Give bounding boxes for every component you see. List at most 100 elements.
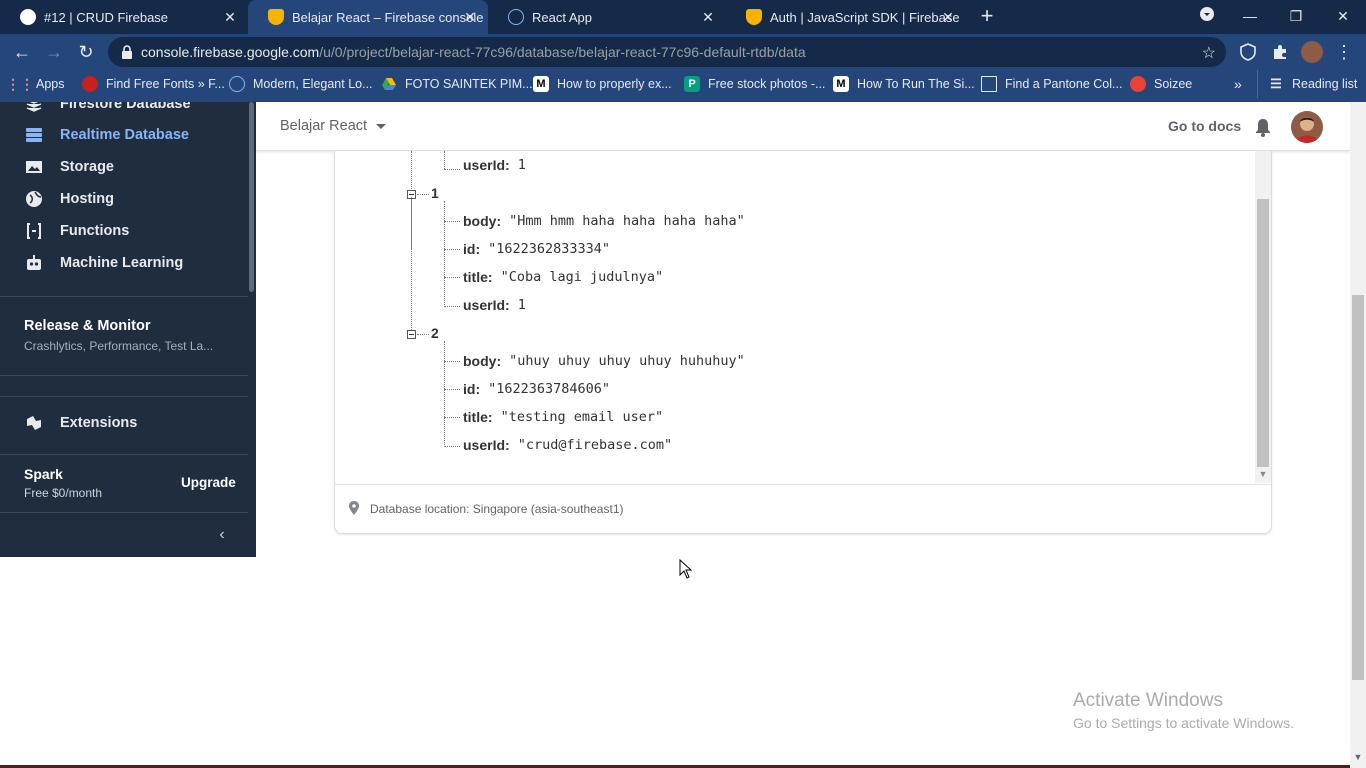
bookmark-medium-2[interactable]: M How To Run The Si...: [833, 70, 975, 98]
scroll-down-arrow-icon[interactable]: ▼: [1255, 469, 1271, 481]
tree-field-row[interactable]: userId: 1: [463, 155, 526, 175]
close-window-button[interactable]: ✕: [1333, 6, 1353, 26]
github-icon: [20, 9, 36, 25]
notifications-bell-icon[interactable]: [1254, 117, 1272, 137]
tree-guide-line: [444, 389, 460, 390]
collapse-toggle-icon[interactable]: [407, 330, 416, 339]
sidebar-item-label: Realtime Database: [60, 127, 189, 143]
sidebar-divider: [0, 454, 248, 455]
sidebar-item-storage[interactable]: Storage: [0, 151, 250, 183]
tree-field-row[interactable]: id: "1622363784606": [463, 379, 610, 399]
field-key: userId:: [463, 157, 510, 173]
tree-field-row[interactable]: id: "1622362833334": [463, 239, 610, 259]
firebase-icon: [268, 9, 284, 25]
tab-search-icon[interactable]: [1197, 6, 1217, 26]
close-icon[interactable]: ✕: [700, 9, 716, 25]
field-value: 1: [517, 297, 526, 313]
profile-avatar[interactable]: [1301, 41, 1323, 63]
page-scrollbar-thumb[interactable]: [1352, 295, 1364, 680]
tab-title: Belajar React – Firebase console: [292, 9, 484, 25]
tree-guide-line: [444, 249, 460, 250]
bookmark-star-icon[interactable]: ☆: [1202, 43, 1216, 63]
collapse-sidebar-chevron-icon[interactable]: ‹: [214, 526, 230, 544]
tree-field-row[interactable]: title: "testing email user": [463, 407, 663, 427]
hosting-icon: [26, 191, 42, 207]
bookmark-apps[interactable]: ⋮⋮ Apps: [6, 70, 65, 98]
close-icon[interactable]: ✕: [462, 9, 478, 25]
brave-shield-icon[interactable]: [1238, 42, 1258, 62]
bookmarks-bar: ⋮⋮ Apps Find Free Fonts » F... Modern, E…: [0, 70, 1366, 102]
minimize-button[interactable]: —: [1240, 6, 1260, 26]
back-button[interactable]: ←: [11, 41, 33, 63]
more-bookmarks-chevron-icon[interactable]: »: [1234, 70, 1242, 98]
go-to-docs-link[interactable]: Go to docs: [1168, 118, 1241, 134]
new-tab-button[interactable]: +: [976, 5, 998, 27]
firestore-icon: [26, 102, 42, 112]
pexels-icon: P: [684, 76, 700, 92]
tree-field-row[interactable]: body: "uhuy uhuy uhuy uhuy huhuhuy": [463, 351, 745, 371]
address-bar[interactable]: console.firebase.google.com/u/0/project/…: [108, 37, 1226, 67]
sidebar-item-hosting[interactable]: Hosting: [0, 183, 250, 215]
release-monitor-heading[interactable]: Release & Monitor: [24, 318, 151, 334]
drive-icon: [382, 78, 396, 90]
data-tree: userId: 1 1 body: "Hmm hmm haha haha hah…: [335, 151, 1255, 485]
soizee-icon: [1130, 76, 1146, 92]
tab-crud-firebase[interactable]: #12 | CRUD Firebase ✕: [0, 0, 248, 34]
tab-firebase-console[interactable]: Belajar React – Firebase console ✕: [248, 0, 488, 34]
account-avatar[interactable]: [1291, 111, 1323, 143]
sidebar-item-extensions[interactable]: Extensions: [0, 407, 250, 439]
sidebar-item-label: Functions: [60, 223, 130, 239]
bookmark-fonts[interactable]: Find Free Fonts » F...: [82, 70, 225, 98]
sidebar-item-functions[interactable]: Functions: [0, 215, 250, 247]
project-selector[interactable]: Belajar React: [280, 118, 387, 134]
sidebar-item-machine-learning[interactable]: Machine Learning: [0, 247, 250, 279]
page-scroll-down-arrow-icon[interactable]: ▼: [1350, 752, 1366, 764]
bookmark-pantone[interactable]: Find a Pantone Col...: [981, 70, 1122, 98]
tree-node-row[interactable]: 1: [431, 183, 439, 203]
tab-title: Auth | JavaScript SDK | Firebase: [770, 9, 960, 25]
sidebar-scrollbar[interactable]: [249, 102, 254, 292]
close-icon[interactable]: ✕: [940, 9, 956, 25]
storage-icon: [26, 161, 42, 173]
bookmark-logo[interactable]: Modern, Elegant Lo...: [229, 70, 373, 98]
restore-button[interactable]: ❐: [1286, 6, 1306, 26]
chevron-down-icon: [376, 123, 387, 129]
field-key: body:: [463, 213, 502, 229]
reading-list-button[interactable]: ☰ Reading list: [1257, 70, 1357, 98]
sidebar-item-firestore[interactable]: Firestore Database: [0, 102, 250, 120]
location-pin-icon: [349, 501, 359, 515]
tree-field-row[interactable]: body: "Hmm hmm haha haha haha haha": [463, 211, 745, 231]
tree-field-row[interactable]: title: "Coba lagi judulnya": [463, 267, 663, 287]
bookmark-label: Apps: [36, 77, 65, 91]
bookmark-label: How to properly ex...: [557, 77, 672, 91]
field-value: "uhuy uhuy uhuy uhuy huhuhuy": [509, 353, 745, 369]
tab-title: React App: [532, 9, 592, 25]
tree-field-row[interactable]: userId: "crud@firebase.com": [463, 435, 672, 455]
tree-scrollbar-thumb[interactable]: [1257, 199, 1269, 467]
bookmark-label: FOTO SAINTEK PIM...: [405, 77, 533, 91]
bookmark-medium-1[interactable]: M How to properly ex...: [533, 70, 672, 98]
fonts-icon: [82, 76, 98, 92]
sidebar-item-realtime-database[interactable]: Realtime Database: [0, 119, 250, 151]
upgrade-button[interactable]: Upgrade: [181, 475, 236, 490]
tab-react-app[interactable]: React App ✕: [488, 0, 726, 34]
tree-guide-line: [417, 334, 429, 335]
tree-field-row[interactable]: userId: 1: [463, 295, 526, 315]
close-icon[interactable]: ✕: [222, 9, 238, 25]
bookmark-pexels[interactable]: P Free stock photos -...: [684, 70, 825, 98]
medium-icon: M: [533, 76, 549, 92]
tree-guide-line: [444, 201, 445, 307]
menu-kebab-icon[interactable]: ⋮: [1333, 41, 1355, 63]
database-icon: [26, 128, 42, 142]
reload-button[interactable]: ↻: [75, 41, 97, 63]
extensions-puzzle-icon[interactable]: [1270, 42, 1290, 62]
sidebar-item-label: Machine Learning: [60, 255, 184, 271]
field-value: "Hmm hmm haha haha haha haha": [509, 213, 745, 229]
forward-button[interactable]: →: [43, 41, 65, 63]
database-location: Database location: Singapore (asia-south…: [370, 502, 624, 516]
bookmark-soizee[interactable]: Soizee: [1130, 70, 1192, 98]
tab-auth-sdk[interactable]: Auth | JavaScript SDK | Firebase ✕: [726, 0, 966, 34]
tree-node-row[interactable]: 2: [431, 323, 439, 343]
bookmark-drive[interactable]: FOTO SAINTEK PIM...: [381, 70, 533, 98]
bookmark-label: How To Run The Si...: [857, 77, 975, 91]
